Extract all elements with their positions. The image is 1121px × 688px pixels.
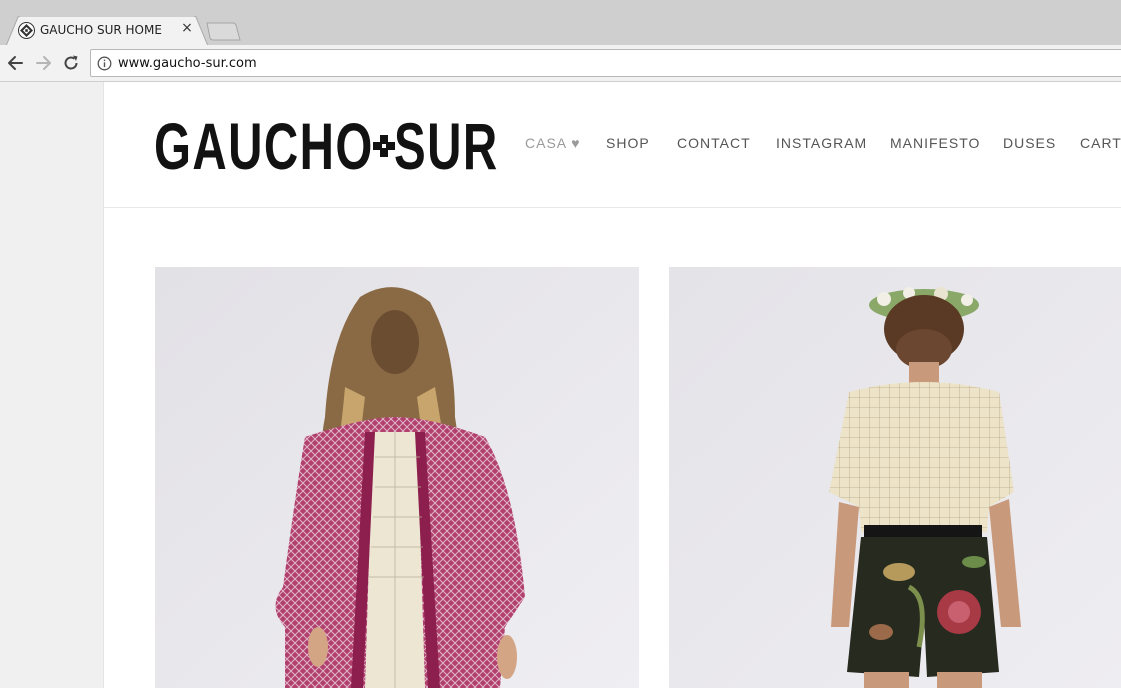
arrow-left-icon[interactable] [6,53,26,73]
info-icon[interactable] [97,56,112,71]
new-tab-button[interactable] [205,22,241,42]
tab-title: GAUCHO SUR HOME [40,23,162,37]
product-photo-flower-crown[interactable] [669,267,1121,688]
url-text: www.gaucho-sur.com [118,56,257,71]
reload-icon[interactable] [61,53,81,73]
site-header: GAUCHO SUR CASA ♥ SHOP CONTACT INSTAGRAM… [104,82,1121,208]
logo-word-gaucho: GAUCHO [154,109,374,183]
page-left-gutter [0,82,104,688]
browser-toolbar: www.gaucho-sur.com [0,45,1121,82]
flower-crown-photo-illustration [669,267,1121,688]
poncho-photo-illustration [155,267,639,688]
logo-word-sur: SUR [394,109,499,183]
product-photo-poncho[interactable] [155,267,639,688]
nav-manifesto[interactable]: MANIFESTO [890,135,980,151]
cross-diamond-icon [373,135,395,157]
page-content: GAUCHO SUR CASA ♥ SHOP CONTACT INSTAGRAM… [104,82,1121,688]
gaucho-sur-diamond-icon [18,22,35,39]
nav-contact[interactable]: CONTACT [677,135,751,151]
nav-instagram[interactable]: INSTAGRAM [776,135,867,151]
nav-shop[interactable]: SHOP [606,135,650,151]
arrow-right-icon[interactable] [33,53,53,73]
browser-tabstrip: GAUCHO SUR HOME × [0,0,1121,46]
browser-tab[interactable]: GAUCHO SUR HOME × [6,16,208,46]
tab-close-icon[interactable]: × [180,20,194,36]
nav-casa[interactable]: CASA ♥ [525,135,581,151]
address-bar[interactable]: www.gaucho-sur.com [90,49,1121,77]
nav-duses[interactable]: DUSES [1003,135,1056,151]
nav-cart[interactable]: CART [1080,135,1121,151]
